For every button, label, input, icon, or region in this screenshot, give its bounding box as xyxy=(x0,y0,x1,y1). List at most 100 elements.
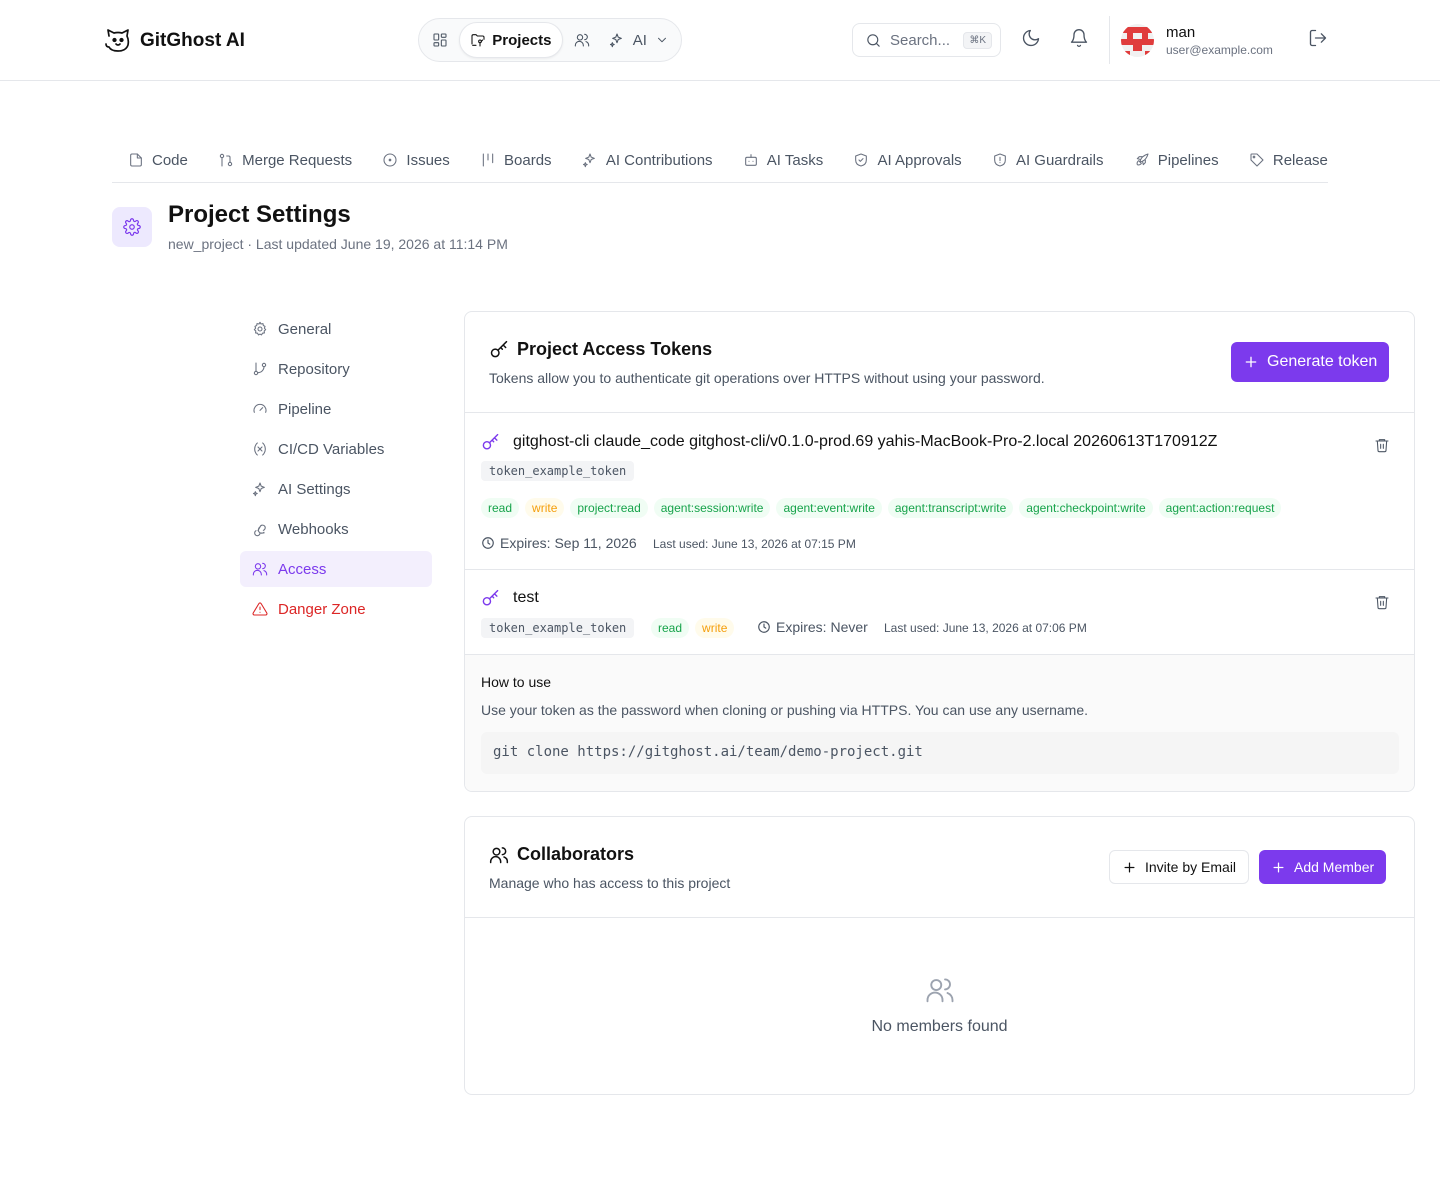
gauge-icon xyxy=(253,403,267,413)
token-row: gitghost-cli claude_code gitghost-cli/v0… xyxy=(465,413,1414,570)
token-last-used: Last used: June 13, 2026 at 07:15 PM xyxy=(653,537,856,551)
sidebar-item-label: General xyxy=(278,320,332,338)
brand-name: GitGhost AI xyxy=(140,30,245,51)
clone-command[interactable]: git clone https://gitghost.ai/team/demo-… xyxy=(481,732,1399,774)
shield-check-icon xyxy=(855,153,868,167)
add-member-button[interactable]: Add Member xyxy=(1259,850,1387,884)
sidebar-item-label: Access xyxy=(278,560,327,578)
git-pull-request-icon xyxy=(219,153,233,167)
tab-ai-contributions[interactable]: AI Contributions xyxy=(582,139,713,181)
search-box[interactable]: Search... ⌘K xyxy=(852,23,1001,57)
user-name: man xyxy=(1166,24,1196,41)
token-value[interactable]: token_example_token xyxy=(481,618,635,638)
circle-dot-icon xyxy=(383,153,397,167)
card-title: Project Access Tokens xyxy=(489,339,712,360)
tab-label: Merge Requests xyxy=(242,151,353,169)
scope-badge: read xyxy=(481,498,520,518)
sparkles-icon xyxy=(252,482,265,497)
add-member-label: Add Member xyxy=(1294,859,1375,875)
generate-token-button[interactable]: Generate token xyxy=(1231,342,1390,382)
logout-button[interactable] xyxy=(1308,28,1328,48)
sidebar-item-general[interactable]: General xyxy=(240,311,432,347)
tab-issues[interactable]: Issues xyxy=(382,139,450,181)
sidebar-item-label: Repository xyxy=(278,360,350,378)
bot-icon xyxy=(744,154,757,166)
sidebar-item-pipeline[interactable]: Pipeline xyxy=(240,391,432,427)
search-shortcut: ⌘K xyxy=(963,31,992,49)
tab-label: AI Tasks xyxy=(766,151,824,169)
key-icon xyxy=(490,340,508,357)
tab-release[interactable]: Release xyxy=(1249,139,1328,181)
sidebar-item-repository[interactable]: Repository xyxy=(240,351,432,387)
empty-members-state: No members found xyxy=(465,918,1414,1094)
top-header: GitGhost AI Projects AI Search... ⌘K man… xyxy=(0,0,1440,81)
dashboard-nav-button[interactable] xyxy=(423,22,457,58)
card-header: Project Access Tokens Tokens allow you t… xyxy=(465,312,1414,413)
tab-ai-tasks[interactable]: AI Tasks xyxy=(743,139,823,181)
sparkles-icon xyxy=(609,33,622,48)
tab-pipelines[interactable]: Pipelines xyxy=(1134,139,1219,181)
token-name: gitghost-cli claude_code gitghost-cli/v0… xyxy=(513,433,1218,450)
theme-toggle-button[interactable] xyxy=(1021,28,1041,48)
how-to-use-section: How to use Use your token as the passwor… xyxy=(465,655,1414,791)
users-icon xyxy=(574,33,589,47)
invite-by-email-button[interactable]: Invite by Email xyxy=(1109,850,1250,884)
notifications-button[interactable] xyxy=(1069,28,1089,48)
tab-boards[interactable]: Boards xyxy=(480,139,552,181)
ai-nav-dropdown[interactable]: AI xyxy=(601,22,677,58)
search-icon xyxy=(867,33,880,47)
projects-nav-button[interactable]: Projects xyxy=(459,22,563,58)
scope-badge: agent:session:write xyxy=(653,498,771,518)
token-value[interactable]: token_example_token xyxy=(481,461,635,481)
tab-code[interactable]: Code xyxy=(128,139,188,181)
tab-ai-approvals[interactable]: AI Approvals xyxy=(853,139,962,181)
tab-label: Code xyxy=(152,151,188,169)
folder-git-icon xyxy=(471,34,485,47)
sidebar-item-webhooks[interactable]: Webhooks xyxy=(240,511,432,547)
sidebar-item-label: CI/CD Variables xyxy=(278,440,385,458)
users-icon xyxy=(489,846,509,863)
scope-badge: agent:event:write xyxy=(776,498,882,518)
people-nav-button[interactable] xyxy=(565,22,599,58)
empty-members-text: No members found xyxy=(871,1018,1008,1035)
clock-icon xyxy=(758,621,770,633)
chevron-down-icon xyxy=(658,37,666,43)
tokens-title: Project Access Tokens xyxy=(517,339,713,359)
sparkles-icon xyxy=(582,153,595,168)
bell-icon xyxy=(1070,29,1088,48)
warning-icon xyxy=(252,602,268,616)
key-icon xyxy=(481,589,500,608)
expires-text: Expires: Never xyxy=(776,619,868,635)
tab-merge-requests[interactable]: Merge Requests xyxy=(218,139,352,181)
identicon-avatar-icon xyxy=(1121,24,1154,57)
search-placeholder: Search... xyxy=(890,31,951,49)
shield-alert-icon xyxy=(994,153,1006,167)
token-expires: Expires: Never xyxy=(757,619,868,635)
page-title: Project Settings xyxy=(168,201,351,228)
sidebar-item-access[interactable]: Access xyxy=(240,551,432,587)
expires-text: Expires: Sep 11, 2026 xyxy=(500,535,637,551)
generate-token-label: Generate token xyxy=(1267,353,1378,370)
webhook-icon xyxy=(254,524,266,537)
key-icon xyxy=(481,433,500,452)
sidebar-item-danger-zone[interactable]: Danger Zone xyxy=(240,591,432,627)
tab-label: Pipelines xyxy=(1157,151,1219,169)
brand-logo[interactable]: GitGhost AI xyxy=(104,27,245,55)
delete-token-button[interactable] xyxy=(1374,594,1390,610)
sidebar-item-ai-settings[interactable]: AI Settings xyxy=(240,471,432,507)
settings-sidebar: General Repository Pipeline CI/CD Variab… xyxy=(240,311,432,631)
file-icon xyxy=(130,153,142,167)
tab-label: AI Contributions xyxy=(605,151,713,169)
plus-icon xyxy=(1124,862,1135,872)
delete-token-button[interactable] xyxy=(1374,437,1390,453)
page-subtitle: new_project · Last updated June 19, 2026… xyxy=(168,236,508,252)
git-branch-icon xyxy=(253,362,267,376)
gear-icon xyxy=(253,321,267,336)
avatar[interactable] xyxy=(1121,24,1154,57)
dashboard-icon xyxy=(433,33,447,47)
card-header: Collaborators Manage who has access to t… xyxy=(465,817,1414,918)
ai-nav-label: AI xyxy=(632,31,647,49)
tab-ai-guardrails[interactable]: AI Guardrails xyxy=(992,139,1103,181)
sidebar-item-cicd-variables[interactable]: CI/CD Variables xyxy=(240,431,432,467)
user-email: user@example.com xyxy=(1166,43,1273,57)
